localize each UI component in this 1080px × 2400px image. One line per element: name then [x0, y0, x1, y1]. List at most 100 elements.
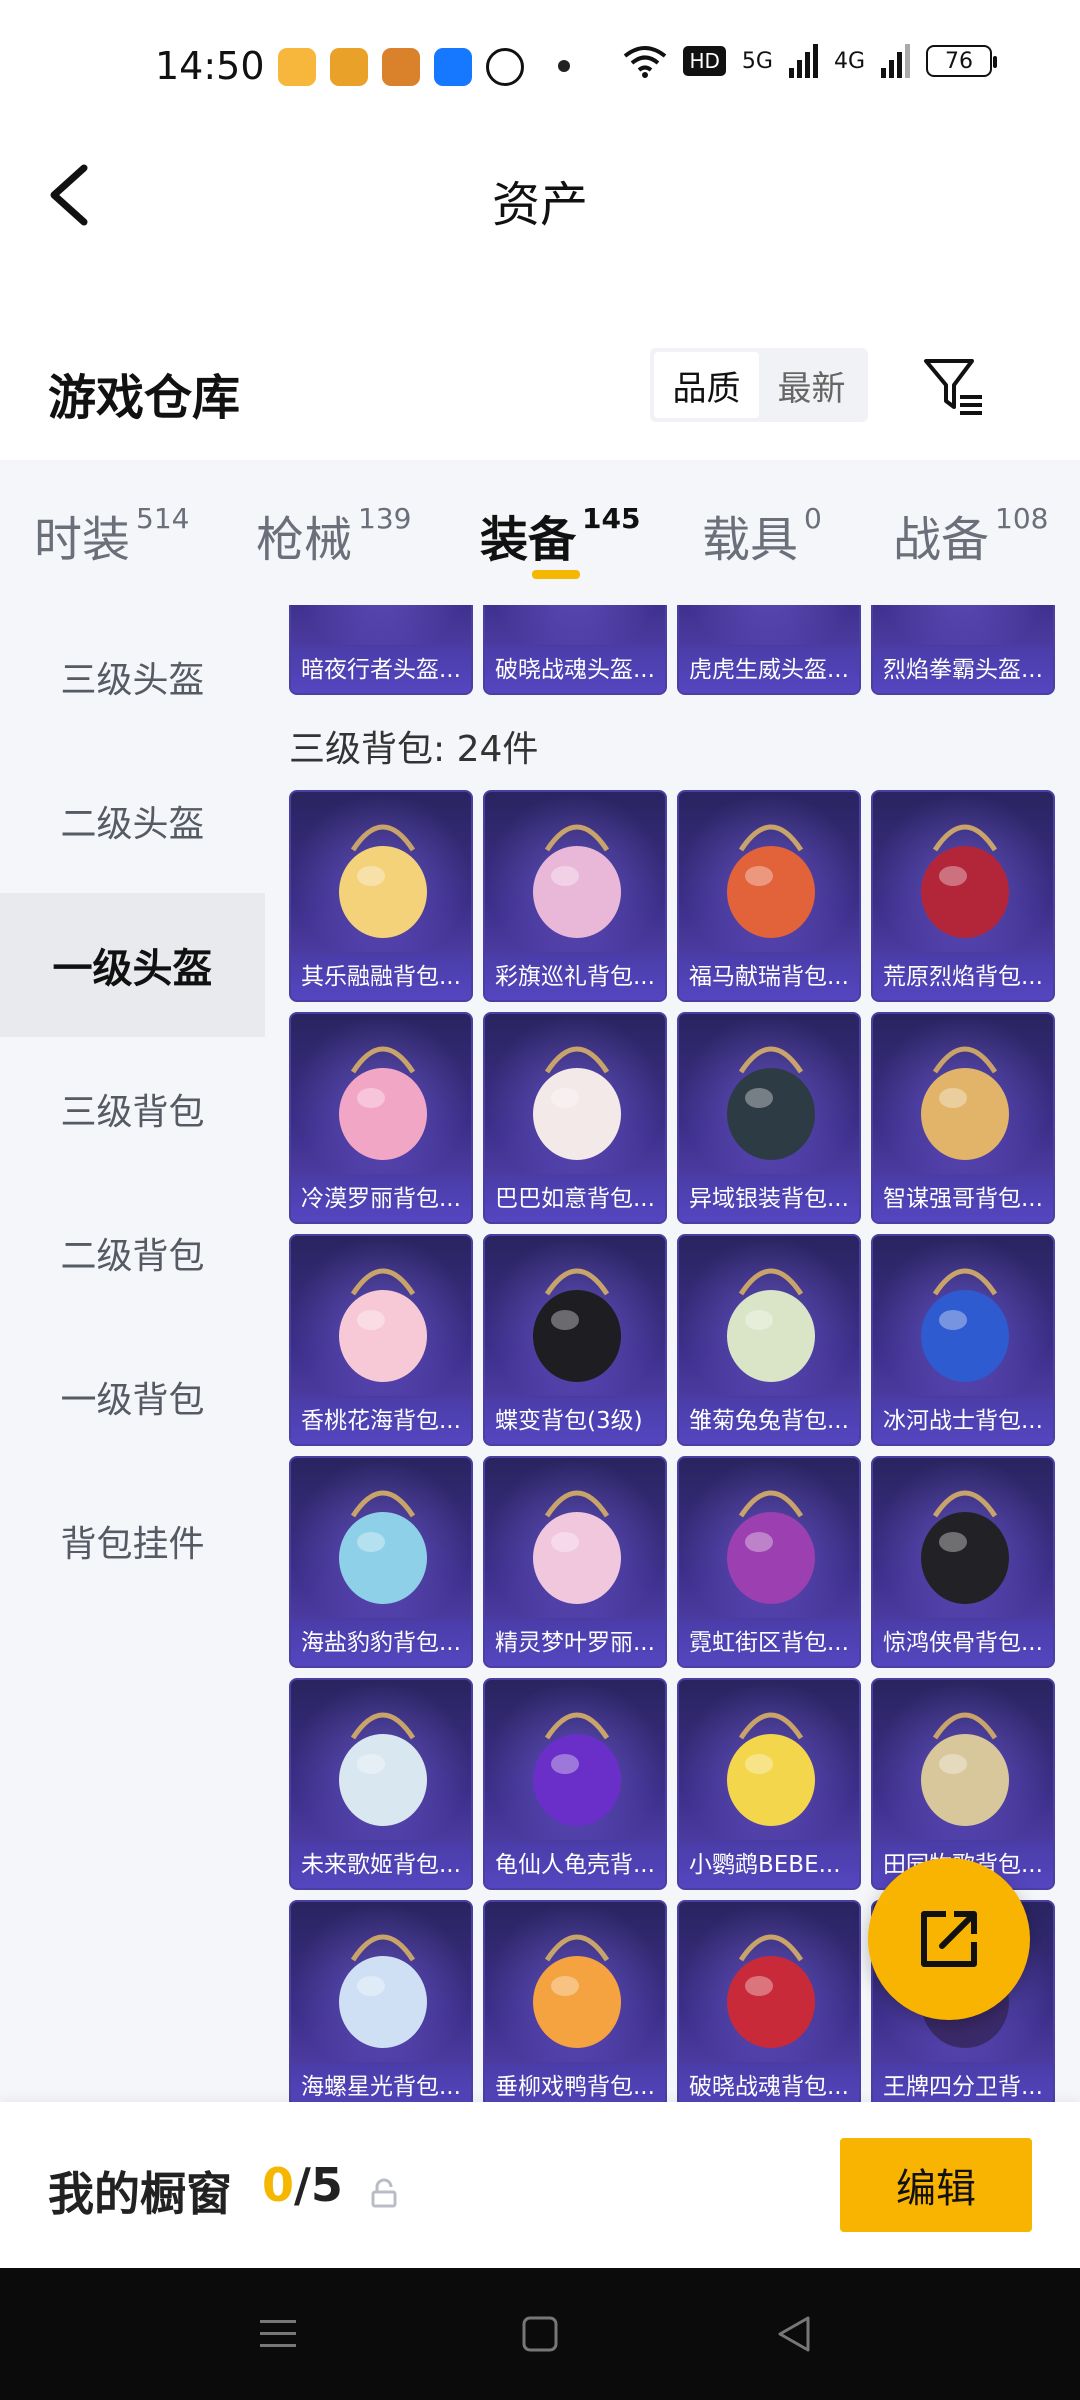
- backpack-image-icon: [533, 1490, 621, 1604]
- item-card[interactable]: 垂柳戏鸭背包...: [483, 1900, 667, 2102]
- signal-icon: [788, 44, 818, 78]
- back-icon[interactable]: [772, 2312, 816, 2356]
- item-label: 精灵梦叶罗丽...: [485, 1620, 665, 1666]
- item-card[interactable]: 冰河战士背包...: [871, 1234, 1055, 1446]
- filter-icon[interactable]: [922, 355, 986, 417]
- card-background: [679, 605, 859, 645]
- tab-label: 枪械: [256, 512, 353, 568]
- item-card[interactable]: 小鹦鹉BEBE...: [677, 1678, 861, 1890]
- alipay-icon: [434, 48, 472, 86]
- item-label: 烈焰拳霸头盔...: [873, 647, 1053, 693]
- signal-icon: [881, 44, 910, 78]
- page-title: 资产: [491, 177, 588, 233]
- menu-icon[interactable]: [256, 2312, 300, 2356]
- item-card[interactable]: 精灵梦叶罗丽...: [483, 1456, 667, 1668]
- showcase-total: /5: [294, 2158, 343, 2212]
- item-card[interactable]: 惊鸿侠骨背包...: [871, 1456, 1055, 1668]
- backpack-image-icon: [727, 1712, 815, 1826]
- item-card[interactable]: 荒原烈焰背包...: [871, 790, 1055, 1002]
- tab-equipment[interactable]: 装备 145: [480, 500, 640, 570]
- item-card[interactable]: 田园牧歌背包...: [871, 1678, 1055, 1890]
- tab-count: 108: [995, 502, 1049, 535]
- card-background: [485, 605, 665, 645]
- item-card[interactable]: 虎虎生威头盔...: [677, 605, 861, 695]
- item-card[interactable]: 霓虹街区背包...: [677, 1456, 861, 1668]
- app-notification-icon: [382, 48, 420, 86]
- backpack-image-icon: [921, 1046, 1009, 1160]
- tab-label: 时装: [34, 512, 131, 568]
- item-card[interactable]: 破晓战魂头盔...: [483, 605, 667, 695]
- tab-firearms[interactable]: 枪械 139: [256, 500, 411, 570]
- item-card[interactable]: 其乐融融背包...: [289, 790, 473, 1002]
- item-card[interactable]: 海螺星光背包...: [289, 1900, 473, 2102]
- item-card[interactable]: 彩旗巡礼背包...: [483, 790, 667, 1002]
- item-card[interactable]: 破晓战魂背包...: [677, 1900, 861, 2102]
- sort-newest-option[interactable]: 最新: [759, 352, 864, 418]
- item-label: 惊鸿侠骨背包...: [873, 1620, 1053, 1666]
- sidebar-item-level2-helmet[interactable]: 二级头盔: [0, 749, 265, 893]
- item-label: 福马献瑞背包...: [679, 954, 859, 1000]
- item-card[interactable]: 海盐豹豹背包...: [289, 1456, 473, 1668]
- home-icon[interactable]: [518, 2312, 562, 2356]
- status-dot-icon: [558, 60, 570, 72]
- item-card[interactable]: 智谋强哥背包...: [871, 1012, 1055, 1224]
- item-label: 霓虹街区背包...: [679, 1620, 859, 1666]
- item-card[interactable]: 龟仙人龟壳背...: [483, 1678, 667, 1890]
- network-5g-label: 5G: [741, 48, 773, 74]
- hd-badge: HD: [683, 46, 726, 76]
- tab-count: 139: [358, 502, 412, 535]
- item-card[interactable]: 福马献瑞背包...: [677, 790, 861, 1002]
- item-label: 暗夜行者头盔...: [291, 647, 471, 693]
- sort-quality-option[interactable]: 品质: [654, 352, 759, 418]
- sidebar-item-level1-helmet[interactable]: 一级头盔: [0, 893, 265, 1037]
- item-card[interactable]: 香桃花海背包...: [289, 1234, 473, 1446]
- chat-icon: [486, 48, 524, 86]
- sidebar-item-level3-backpack[interactable]: 三级背包: [0, 1037, 265, 1181]
- battery-level: 76: [945, 48, 973, 74]
- item-card[interactable]: 巴巴如意背包...: [483, 1012, 667, 1224]
- item-label: 垂柳戏鸭背包...: [485, 2064, 665, 2102]
- sidebar-item-level1-backpack[interactable]: 一级背包: [0, 1325, 265, 1469]
- sidebar-item-level3-helmet[interactable]: 三级头盔: [0, 605, 265, 749]
- tab-label: 载具: [702, 512, 799, 568]
- backpack-image-icon: [339, 824, 427, 938]
- share-button[interactable]: [868, 1858, 1030, 2020]
- tab-count: 0: [804, 502, 822, 535]
- category-tabs: 时装 514 枪械 139 装备 145 载具 0 战备 108: [0, 460, 1080, 605]
- tab-vehicles[interactable]: 载具 0: [702, 500, 822, 570]
- item-label: 雏菊兔兔背包...: [679, 1398, 859, 1444]
- sidebar-item-level2-backpack[interactable]: 二级背包: [0, 1181, 265, 1325]
- warehouse-title: 游戏仓库: [48, 370, 241, 426]
- item-card[interactable]: 蝶变背包(3级): [483, 1234, 667, 1446]
- backpack-image-icon: [533, 824, 621, 938]
- item-card[interactable]: 未来歌姬背包...: [289, 1678, 473, 1890]
- status-indicators: HD 5G 4G 76: [623, 44, 997, 78]
- backpack-image-icon: [339, 1490, 427, 1604]
- item-label: 其乐融融背包...: [291, 954, 471, 1000]
- item-label: 小鹦鹉BEBE...: [679, 1842, 859, 1888]
- page-header: 资产: [0, 135, 1080, 255]
- backpack-image-icon: [727, 1490, 815, 1604]
- item-card[interactable]: 暗夜行者头盔...: [289, 605, 473, 695]
- item-label: 彩旗巡礼背包...: [485, 954, 665, 1000]
- edit-button[interactable]: 编辑: [840, 2138, 1032, 2232]
- battery-icon: 76: [926, 45, 997, 77]
- tab-count: 514: [136, 502, 190, 535]
- item-card[interactable]: 异域银装背包...: [677, 1012, 861, 1224]
- card-background: [873, 605, 1053, 645]
- item-label: 未来歌姬背包...: [291, 1842, 471, 1888]
- showcase-current: 0: [262, 2158, 295, 2212]
- item-card[interactable]: 冷漠罗丽背包...: [289, 1012, 473, 1224]
- item-label: 异域银装背包...: [679, 1176, 859, 1222]
- backpack-image-icon: [921, 1712, 1009, 1826]
- item-card[interactable]: 雏菊兔兔背包...: [677, 1234, 861, 1446]
- item-label: 智谋强哥背包...: [873, 1176, 1053, 1222]
- status-bar: 14:50 HD 5G 4G 76: [0, 0, 1080, 135]
- lock-icon: [371, 2178, 397, 2208]
- item-card[interactable]: 烈焰拳霸头盔...: [871, 605, 1055, 695]
- tab-label: 战备: [893, 512, 990, 568]
- tab-combat-gear[interactable]: 战备 108: [893, 500, 1048, 570]
- sidebar-item-backpack-charms[interactable]: 背包挂件: [0, 1469, 265, 1613]
- backpack-image-icon: [921, 1490, 1009, 1604]
- tab-fashion[interactable]: 时装 514: [34, 500, 189, 570]
